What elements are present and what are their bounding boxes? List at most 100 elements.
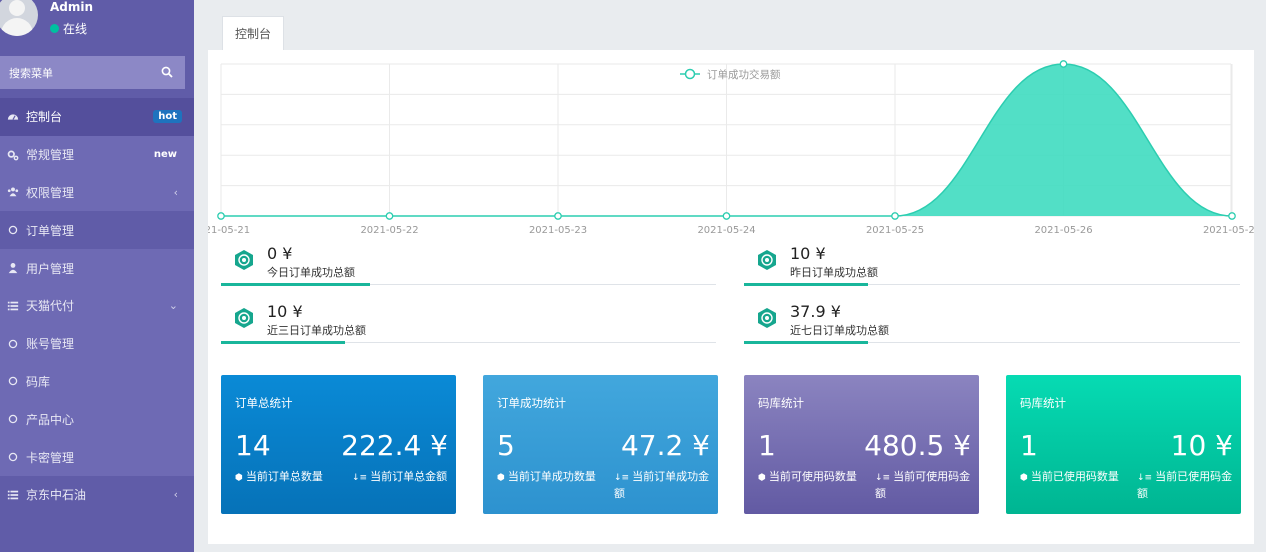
sidebar-menu: 控制台 hot 常规管理 new 权限管理 ‹ 订单管理用户管理天猫代付 ⌄ 账号管理码库产品中…: [0, 98, 194, 514]
cogs-icon: [6, 148, 20, 162]
sidebar-item-label: 码库: [26, 374, 51, 389]
x-tick-label: 2021-05-25: [866, 225, 924, 236]
card-code-available[interactable]: 码库统计 1 480.5 ¥ ⬢ 当前可使用码数量 ↓≡ 当前可使用码金额: [744, 375, 979, 514]
card-order-success[interactable]: 订单成功统计 5 47.2 ¥ ⬢ 当前订单成功数量 ↓≡ 当前订单成功金额: [483, 375, 718, 514]
search-input[interactable]: 搜索菜单: [0, 56, 185, 89]
data-point: [1059, 60, 1068, 68]
sort-amount-icon: ↓≡: [1137, 473, 1153, 483]
stat-today: 0 ¥ 今日订单成功总额: [221, 242, 716, 288]
sidebar-item-9[interactable]: 卡密管理: [0, 438, 194, 476]
sort-amount-icon: ↓≡: [875, 473, 891, 483]
card-count: 5: [497, 429, 515, 462]
card-amount-caption: ↓≡ 当前订单成功金额: [614, 469, 710, 502]
card-count-label: 当前订单成功数量: [507, 470, 596, 483]
sidebar-item-label: 控制台: [26, 110, 63, 125]
card-title: 码库统计: [758, 396, 804, 410]
card-count: 1: [1020, 429, 1038, 462]
online-status-icon: [50, 24, 59, 33]
sidebar-item-label: 用户管理: [26, 261, 75, 276]
circle-icon: [6, 450, 20, 464]
card-count: 1: [758, 429, 776, 462]
stat-progress: [744, 341, 868, 344]
legend-marker: [684, 68, 696, 80]
sidebar-item-label: 权限管理: [26, 185, 75, 200]
x-tick-label: 2021-05-23: [529, 225, 587, 236]
circle-icon: [6, 223, 20, 237]
user-panel: Admin 在线: [0, 0, 194, 56]
card-count-caption: ⬢ 当前订单总数量: [235, 469, 335, 486]
circle-icon: [6, 412, 20, 426]
legend-label: 订单成功交易额: [707, 68, 781, 81]
chevron-icon: ‹: [173, 185, 178, 199]
card-title: 订单总统计: [235, 396, 293, 410]
sidebar-item-label: 产品中心: [26, 412, 75, 427]
hexagon-icon: [758, 250, 776, 270]
tab-dashboard[interactable]: 控制台: [222, 16, 284, 50]
stat-three-days: 10 ¥ 近三日订单成功总额: [221, 300, 716, 346]
x-tick-label: 2021-05-21: [208, 225, 250, 236]
stat-yesterday: 10 ¥ 昨日订单成功总额: [744, 242, 1240, 288]
cube-icon: ⬢: [235, 473, 243, 483]
card-amount-caption: ↓≡ 当前订单总金额: [352, 469, 448, 486]
sidebar: Admin 在线 搜索菜单 控制台 hot 常规管理 new 权限管理 ‹ 订单管理用户管理…: [0, 0, 194, 552]
sidebar-item-6[interactable]: 账号管理: [0, 324, 194, 363]
card-amount-label: 当前订单总金额: [370, 470, 448, 483]
stat-value: 0 ¥: [267, 244, 293, 263]
sidebar-item-2[interactable]: 权限管理 ‹: [0, 173, 194, 212]
sidebar-item-10[interactable]: 京东中石油 ‹: [0, 476, 194, 514]
circle-icon: [6, 374, 20, 388]
sidebar-item-label: 卡密管理: [26, 450, 75, 465]
sort-amount-icon: ↓≡: [614, 473, 630, 483]
card-count: 14: [235, 429, 271, 462]
hexagon-icon: [758, 308, 776, 328]
card-amount: 47.2 ¥: [620, 429, 710, 462]
search-placeholder: 搜索菜单: [9, 66, 53, 80]
hexagon-icon: [235, 250, 253, 270]
stat-label: 今日订单成功总额: [267, 266, 355, 279]
sidebar-item-7[interactable]: 码库: [0, 362, 194, 401]
card-order-total[interactable]: 订单总统计 14 222.4 ¥ ⬢ 当前订单总数量 ↓≡ 当前订单总金额: [221, 375, 456, 514]
stat-progress: [221, 341, 345, 344]
sort-amount-icon: ↓≡: [352, 473, 368, 483]
stat-progress: [221, 283, 370, 286]
sidebar-item-label: 账号管理: [26, 337, 75, 352]
stat-label: 近三日订单成功总额: [267, 324, 366, 337]
card-amount: 222.4 ¥: [341, 429, 448, 462]
chevron-icon: ⌄: [168, 298, 178, 312]
sidebar-item-8[interactable]: 产品中心: [0, 400, 194, 439]
search-icon[interactable]: [161, 66, 173, 78]
list-icon: [6, 488, 20, 502]
avatar[interactable]: [0, 0, 38, 36]
x-tick-label: 2021-05-27: [1203, 225, 1254, 236]
stat-value: 10 ¥: [790, 244, 826, 263]
hexagon-icon: [235, 308, 253, 328]
sidebar-item-label: 天猫代付: [26, 299, 75, 314]
card-count-caption: ⬢ 当前订单成功数量: [497, 469, 597, 486]
sidebar-item-label: 常规管理: [26, 148, 75, 163]
card-count-caption: ⬢ 当前已使用码数量: [1020, 469, 1120, 486]
group-icon: [6, 185, 20, 199]
card-code-used[interactable]: 码库统计 1 10 ¥ ⬢ 当前已使用码数量 ↓≡ 当前已使用码金额: [1006, 375, 1241, 514]
list-icon: [6, 299, 20, 313]
main-content: 控制台 2021-05-212021-05-222021-05-232021-0…: [208, 0, 1254, 544]
card-title: 码库统计: [1020, 396, 1066, 410]
cube-icon: ⬢: [497, 473, 505, 483]
sidebar-item-1[interactable]: 常规管理 new: [0, 135, 194, 174]
card-amount-caption: ↓≡ 当前已使用码金额: [1137, 469, 1233, 502]
sidebar-item-0[interactable]: 控制台 hot: [0, 98, 194, 136]
circle-icon: [6, 337, 20, 351]
card-count-label: 当前已使用码数量: [1030, 470, 1119, 483]
card-amount-caption: ↓≡ 当前可使用码金额: [875, 469, 971, 502]
stat-progress: [744, 283, 868, 286]
menu-badge: new: [153, 148, 177, 160]
sidebar-item-5[interactable]: 天猫代付 ⌄: [0, 286, 194, 325]
data-point: [217, 212, 225, 220]
cube-icon: ⬢: [1020, 473, 1028, 483]
dashboard-icon: [6, 110, 20, 124]
stat-value: 10 ¥: [267, 302, 303, 321]
sidebar-item-4[interactable]: 用户管理: [0, 249, 194, 287]
stat-label: 近七日订单成功总额: [790, 324, 889, 337]
user-status: 在线: [50, 20, 87, 37]
transaction-chart: 2021-05-21 2021-05-22 2021-05-23 2021-05-24…: [208, 60, 1254, 236]
sidebar-item-3[interactable]: 订单管理: [0, 211, 194, 249]
